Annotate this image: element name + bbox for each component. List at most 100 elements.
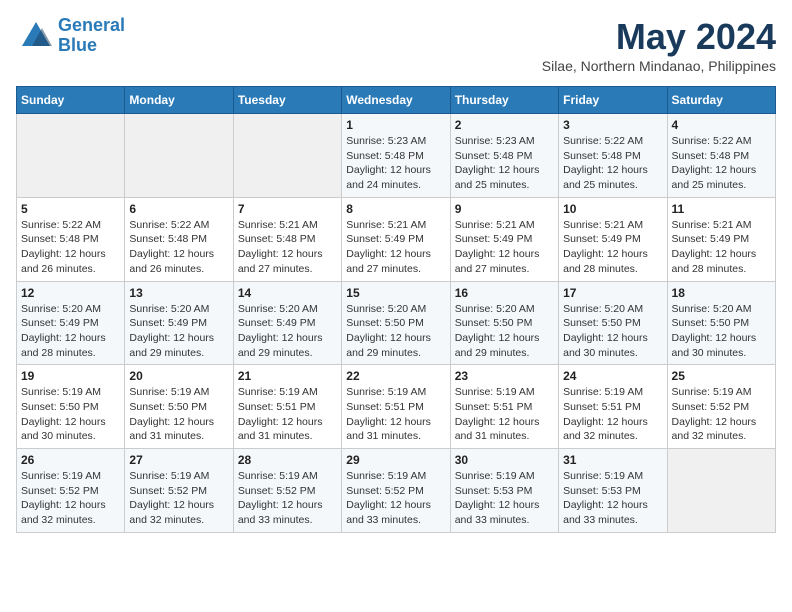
day-number: 22 — [346, 369, 445, 383]
day-number: 20 — [129, 369, 228, 383]
day-info: Sunrise: 5:23 AM Sunset: 5:48 PM Dayligh… — [455, 134, 554, 193]
day-info: Sunrise: 5:21 AM Sunset: 5:49 PM Dayligh… — [346, 218, 445, 277]
logo-line1: General — [58, 15, 125, 35]
day-info: Sunrise: 5:20 AM Sunset: 5:49 PM Dayligh… — [129, 302, 228, 361]
day-info: Sunrise: 5:19 AM Sunset: 5:51 PM Dayligh… — [563, 385, 662, 444]
day-number: 11 — [672, 202, 771, 216]
day-info: Sunrise: 5:21 AM Sunset: 5:49 PM Dayligh… — [672, 218, 771, 277]
calendar-cell: 28 Sunrise: 5:19 AM Sunset: 5:52 PM Dayli… — [233, 449, 341, 533]
calendar-cell: 19 Sunrise: 5:19 AM Sunset: 5:50 PM Dayli… — [17, 365, 125, 449]
month-title: May 2024 — [542, 16, 776, 58]
day-number: 10 — [563, 202, 662, 216]
day-number: 14 — [238, 286, 337, 300]
day-info: Sunrise: 5:19 AM Sunset: 5:50 PM Dayligh… — [21, 385, 120, 444]
day-number: 15 — [346, 286, 445, 300]
day-info: Sunrise: 5:19 AM Sunset: 5:52 PM Dayligh… — [672, 385, 771, 444]
day-number: 6 — [129, 202, 228, 216]
day-info: Sunrise: 5:21 AM Sunset: 5:48 PM Dayligh… — [238, 218, 337, 277]
logo-icon — [16, 18, 52, 54]
day-number: 30 — [455, 453, 554, 467]
weekday-header-sunday: Sunday — [17, 87, 125, 114]
day-number: 25 — [672, 369, 771, 383]
day-number: 26 — [21, 453, 120, 467]
day-number: 29 — [346, 453, 445, 467]
weekday-header-row: SundayMondayTuesdayWednesdayThursdayFrid… — [17, 87, 776, 114]
day-number: 27 — [129, 453, 228, 467]
weekday-header-saturday: Saturday — [667, 87, 775, 114]
calendar-cell: 14 Sunrise: 5:20 AM Sunset: 5:49 PM Dayli… — [233, 281, 341, 365]
day-number: 21 — [238, 369, 337, 383]
day-number: 17 — [563, 286, 662, 300]
logo: General Blue — [16, 16, 125, 56]
calendar-cell: 22 Sunrise: 5:19 AM Sunset: 5:51 PM Dayli… — [342, 365, 450, 449]
calendar-week-2: 5 Sunrise: 5:22 AM Sunset: 5:48 PM Daylig… — [17, 197, 776, 281]
weekday-header-friday: Friday — [559, 87, 667, 114]
calendar-cell: 16Sunrise: 5:20 AM Sunset: 5:50 PM Dayli… — [450, 281, 558, 365]
calendar-cell: 29 Sunrise: 5:19 AM Sunset: 5:52 PM Dayli… — [342, 449, 450, 533]
day-number: 5 — [21, 202, 120, 216]
calendar-cell: 20 Sunrise: 5:19 AM Sunset: 5:50 PM Dayli… — [125, 365, 233, 449]
day-number: 24 — [563, 369, 662, 383]
calendar-cell: 13Sunrise: 5:20 AM Sunset: 5:49 PM Dayli… — [125, 281, 233, 365]
day-info: Sunrise: 5:22 AM Sunset: 5:48 PM Dayligh… — [129, 218, 228, 277]
day-number: 16 — [455, 286, 554, 300]
day-number: 9 — [455, 202, 554, 216]
calendar-cell: 24 Sunrise: 5:19 AM Sunset: 5:51 PM Dayli… — [559, 365, 667, 449]
calendar-week-5: 26 Sunrise: 5:19 AM Sunset: 5:52 PM Dayli… — [17, 449, 776, 533]
calendar-cell: 9 Sunrise: 5:21 AM Sunset: 5:49 PM Daylig… — [450, 197, 558, 281]
day-info: Sunrise: 5:20 AM Sunset: 5:49 PM Dayligh… — [21, 302, 120, 361]
calendar-week-4: 19 Sunrise: 5:19 AM Sunset: 5:50 PM Dayli… — [17, 365, 776, 449]
day-info: Sunrise: 5:20 AM Sunset: 5:50 PM Dayligh… — [672, 302, 771, 361]
day-info: Sunrise: 5:19 AM Sunset: 5:52 PM Dayligh… — [238, 469, 337, 528]
day-info: Sunrise: 5:22 AM Sunset: 5:48 PM Dayligh… — [21, 218, 120, 277]
calendar-cell: 27Sunrise: 5:19 AM Sunset: 5:52 PM Dayli… — [125, 449, 233, 533]
calendar-cell: 4Sunrise: 5:22 AM Sunset: 5:48 PM Daylig… — [667, 114, 775, 198]
calendar-cell: 31 Sunrise: 5:19 AM Sunset: 5:53 PM Dayli… — [559, 449, 667, 533]
day-number: 19 — [21, 369, 120, 383]
day-info: Sunrise: 5:20 AM Sunset: 5:50 PM Dayligh… — [563, 302, 662, 361]
weekday-header-wednesday: Wednesday — [342, 87, 450, 114]
day-number: 1 — [346, 118, 445, 132]
calendar-cell: 2 Sunrise: 5:23 AM Sunset: 5:48 PM Daylig… — [450, 114, 558, 198]
day-info: Sunrise: 5:19 AM Sunset: 5:52 PM Dayligh… — [346, 469, 445, 528]
day-number: 2 — [455, 118, 554, 132]
day-info: Sunrise: 5:21 AM Sunset: 5:49 PM Dayligh… — [563, 218, 662, 277]
day-info: Sunrise: 5:22 AM Sunset: 5:48 PM Dayligh… — [563, 134, 662, 193]
calendar-cell: 1Sunrise: 5:23 AM Sunset: 5:48 PM Daylig… — [342, 114, 450, 198]
day-info: Sunrise: 5:19 AM Sunset: 5:51 PM Dayligh… — [346, 385, 445, 444]
day-number: 28 — [238, 453, 337, 467]
day-info: Sunrise: 5:20 AM Sunset: 5:50 PM Dayligh… — [346, 302, 445, 361]
day-info: Sunrise: 5:20 AM Sunset: 5:49 PM Dayligh… — [238, 302, 337, 361]
calendar-cell — [667, 449, 775, 533]
calendar-table: SundayMondayTuesdayWednesdayThursdayFrid… — [16, 86, 776, 533]
day-info: Sunrise: 5:19 AM Sunset: 5:53 PM Dayligh… — [455, 469, 554, 528]
day-info: Sunrise: 5:19 AM Sunset: 5:52 PM Dayligh… — [21, 469, 120, 528]
day-info: Sunrise: 5:22 AM Sunset: 5:48 PM Dayligh… — [672, 134, 771, 193]
calendar-cell: 5 Sunrise: 5:22 AM Sunset: 5:48 PM Daylig… — [17, 197, 125, 281]
weekday-header-thursday: Thursday — [450, 87, 558, 114]
day-info: Sunrise: 5:19 AM Sunset: 5:53 PM Dayligh… — [563, 469, 662, 528]
calendar-cell: 8 Sunrise: 5:21 AM Sunset: 5:49 PM Daylig… — [342, 197, 450, 281]
calendar-cell: 30 Sunrise: 5:19 AM Sunset: 5:53 PM Dayli… — [450, 449, 558, 533]
day-info: Sunrise: 5:19 AM Sunset: 5:51 PM Dayligh… — [238, 385, 337, 444]
day-number: 18 — [672, 286, 771, 300]
calendar-cell: 25 Sunrise: 5:19 AM Sunset: 5:52 PM Dayli… — [667, 365, 775, 449]
day-number: 31 — [563, 453, 662, 467]
calendar-cell: 12Sunrise: 5:20 AM Sunset: 5:49 PM Dayli… — [17, 281, 125, 365]
calendar-cell: 6 Sunrise: 5:22 AM Sunset: 5:48 PM Daylig… — [125, 197, 233, 281]
calendar-week-1: 1 Sunrise: 5:23 AM Sunset: 5:48 PM Daylig… — [17, 114, 776, 198]
day-number: 3 — [563, 118, 662, 132]
calendar-week-3: 12Sunrise: 5:20 AM Sunset: 5:49 PM Dayli… — [17, 281, 776, 365]
calendar-cell: 21 Sunrise: 5:19 AM Sunset: 5:51 PM Dayli… — [233, 365, 341, 449]
day-info: Sunrise: 5:21 AM Sunset: 5:49 PM Dayligh… — [455, 218, 554, 277]
calendar-cell: 15 Sunrise: 5:20 AM Sunset: 5:50 PM Dayli… — [342, 281, 450, 365]
day-info: Sunrise: 5:19 AM Sunset: 5:50 PM Dayligh… — [129, 385, 228, 444]
day-number: 8 — [346, 202, 445, 216]
location-subtitle: Silae, Northern Mindanao, Philippines — [542, 58, 776, 74]
calendar-cell: 10 Sunrise: 5:21 AM Sunset: 5:49 PM Dayli… — [559, 197, 667, 281]
weekday-header-monday: Monday — [125, 87, 233, 114]
calendar-cell — [233, 114, 341, 198]
calendar-cell: 3 Sunrise: 5:22 AM Sunset: 5:48 PM Daylig… — [559, 114, 667, 198]
day-number: 7 — [238, 202, 337, 216]
calendar-cell: 18 Sunrise: 5:20 AM Sunset: 5:50 PM Dayli… — [667, 281, 775, 365]
